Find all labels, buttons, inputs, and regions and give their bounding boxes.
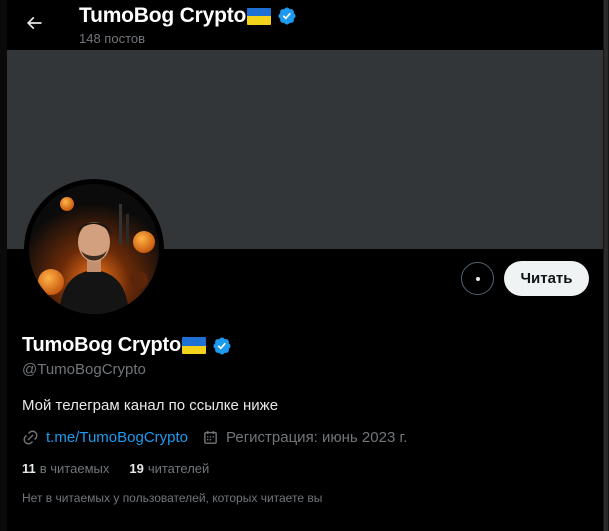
profile-name: TumoBog Crypto <box>22 334 232 357</box>
scrollbar[interactable] <box>603 0 609 531</box>
profile-link[interactable]: t.me/TumoBogCrypto <box>46 429 188 446</box>
profile-handle: @TumoBogCrypto <box>22 361 146 378</box>
followers-label: читателей <box>147 461 210 476</box>
following-count: 11 <box>22 461 36 476</box>
more-options-button[interactable] <box>461 262 494 295</box>
link-icon <box>23 430 38 445</box>
ukraine-flag-icon <box>247 7 272 25</box>
back-button[interactable] <box>20 9 48 37</box>
verified-badge-icon <box>278 7 296 25</box>
following-stat[interactable]: 11 в читаемых <box>22 461 109 476</box>
profile-meta: t.me/TumoBogCrypto Регистрация: июнь 202… <box>22 429 407 446</box>
scrollbar-track <box>604 0 608 531</box>
joined-label: Регистрация: июнь 2023 г. <box>226 429 408 446</box>
header-title: TumoBog Crypto <box>79 4 297 28</box>
calendar-icon <box>204 431 217 444</box>
follow-stats: 11 в читаемых 19 читателей <box>22 461 209 476</box>
more-horizontal-icon <box>475 276 480 281</box>
avatar-frame <box>24 179 164 319</box>
followers-count: 19 <box>129 461 144 476</box>
verified-badge-icon[interactable] <box>212 336 232 356</box>
mutual-followers-note: Нет в читаемых у пользователей, которых … <box>22 491 323 505</box>
avatar[interactable] <box>29 184 159 314</box>
top-header: TumoBog Crypto 148 постов <box>7 0 603 50</box>
following-label: в читаемых <box>39 461 110 476</box>
profile-display-name: TumoBog Crypto <box>22 334 182 356</box>
post-count: 148 постов <box>79 31 146 46</box>
ukraine-flag-icon <box>182 337 207 354</box>
joined-date: Регистрация: июнь 2023 г. <box>202 429 407 446</box>
follow-button[interactable]: Читать <box>504 261 589 296</box>
avatar-photo <box>29 184 159 314</box>
arrow-left-icon <box>26 16 42 30</box>
profile-bio: Мой телеграм канал по ссылке ниже <box>22 397 279 414</box>
profile-page: TumoBog Crypto 148 постов Читать TumoBog… <box>7 0 603 531</box>
header-display-name: TumoBog Crypto <box>79 4 247 27</box>
followers-stat[interactable]: 19 читателей <box>129 461 209 476</box>
